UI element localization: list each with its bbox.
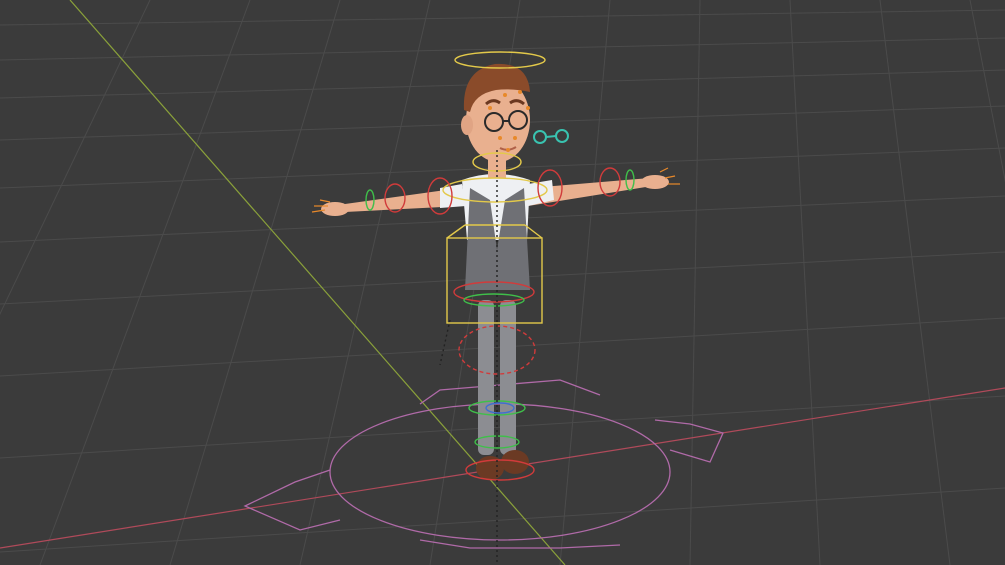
3d-viewport[interactable] [0, 0, 1005, 565]
viewport-canvas[interactable] [0, 0, 1005, 565]
eye-target-control[interactable] [533, 129, 569, 144]
right-hand [641, 175, 669, 189]
pole-target-line [439, 319, 451, 366]
left-hand [321, 202, 349, 216]
ear [461, 115, 473, 135]
right-shoe [501, 450, 529, 474]
